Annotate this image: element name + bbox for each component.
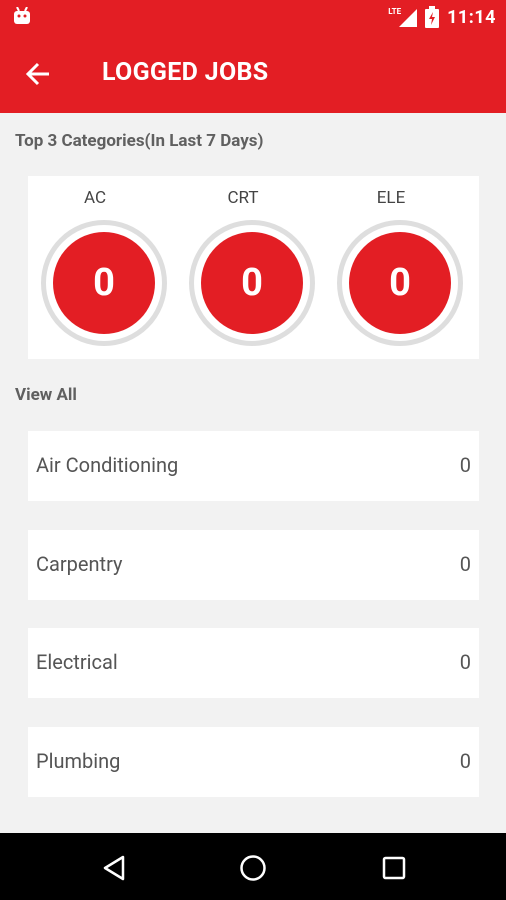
navigation-bar: [0, 833, 506, 900]
list-item-air-conditioning[interactable]: Air Conditioning 0: [28, 431, 479, 501]
category-ele[interactable]: ELE 0: [326, 176, 463, 359]
list-item-name: Air Conditioning: [36, 453, 179, 477]
count-ring: 0: [189, 220, 315, 346]
list-item-count: 0: [459, 453, 471, 477]
view-all-label: View All: [15, 385, 77, 405]
count-ring: 0: [337, 220, 463, 346]
back-triangle-icon: [103, 855, 125, 881]
list-item-electrical[interactable]: Electrical 0: [28, 628, 479, 698]
back-button[interactable]: [18, 56, 58, 92]
list-item-name: Electrical: [36, 650, 118, 674]
list-item-plumbing[interactable]: Plumbing 0: [28, 727, 479, 797]
list-item-count: 0: [459, 552, 471, 576]
list-item-count: 0: [459, 650, 471, 674]
signal-icon: [399, 9, 418, 27]
count-ring: 0: [41, 220, 167, 346]
category-label: AC: [83, 188, 107, 208]
nav-home-button[interactable]: [231, 846, 275, 890]
home-circle-icon: [240, 855, 266, 881]
top-categories-card: AC 0 CRT 0 ELE 0: [28, 176, 479, 359]
page-title: LOGGED JOBS: [102, 58, 269, 87]
nav-back-button[interactable]: [92, 846, 136, 890]
category-ac[interactable]: AC 0: [30, 176, 167, 359]
list-item-count: 0: [459, 749, 471, 773]
category-count: 0: [349, 232, 451, 334]
category-label: ELE: [376, 188, 406, 208]
category-label: CRT: [227, 188, 259, 208]
battery-icon: [425, 6, 440, 28]
category-crt[interactable]: CRT 0: [178, 176, 315, 359]
content-area: Top 3 Categories(In Last 7 Days) AC 0 CR…: [0, 113, 506, 833]
android-icon: [14, 7, 30, 24]
status-bar: LTE 11:14: [0, 0, 506, 34]
app-bar: LOGGED JOBS: [0, 34, 506, 113]
recents-square-icon: [382, 856, 406, 880]
list-item-name: Carpentry: [36, 552, 123, 576]
list-item-name: Plumbing: [36, 749, 121, 773]
status-time: 11:14: [447, 6, 496, 28]
top-categories-label: Top 3 Categories(In Last 7 Days): [15, 131, 264, 151]
nav-recents-button[interactable]: [372, 846, 416, 890]
category-count: 0: [53, 232, 155, 334]
list-item-carpentry[interactable]: Carpentry 0: [28, 530, 479, 600]
category-count: 0: [201, 232, 303, 334]
arrow-left-icon: [25, 62, 49, 86]
